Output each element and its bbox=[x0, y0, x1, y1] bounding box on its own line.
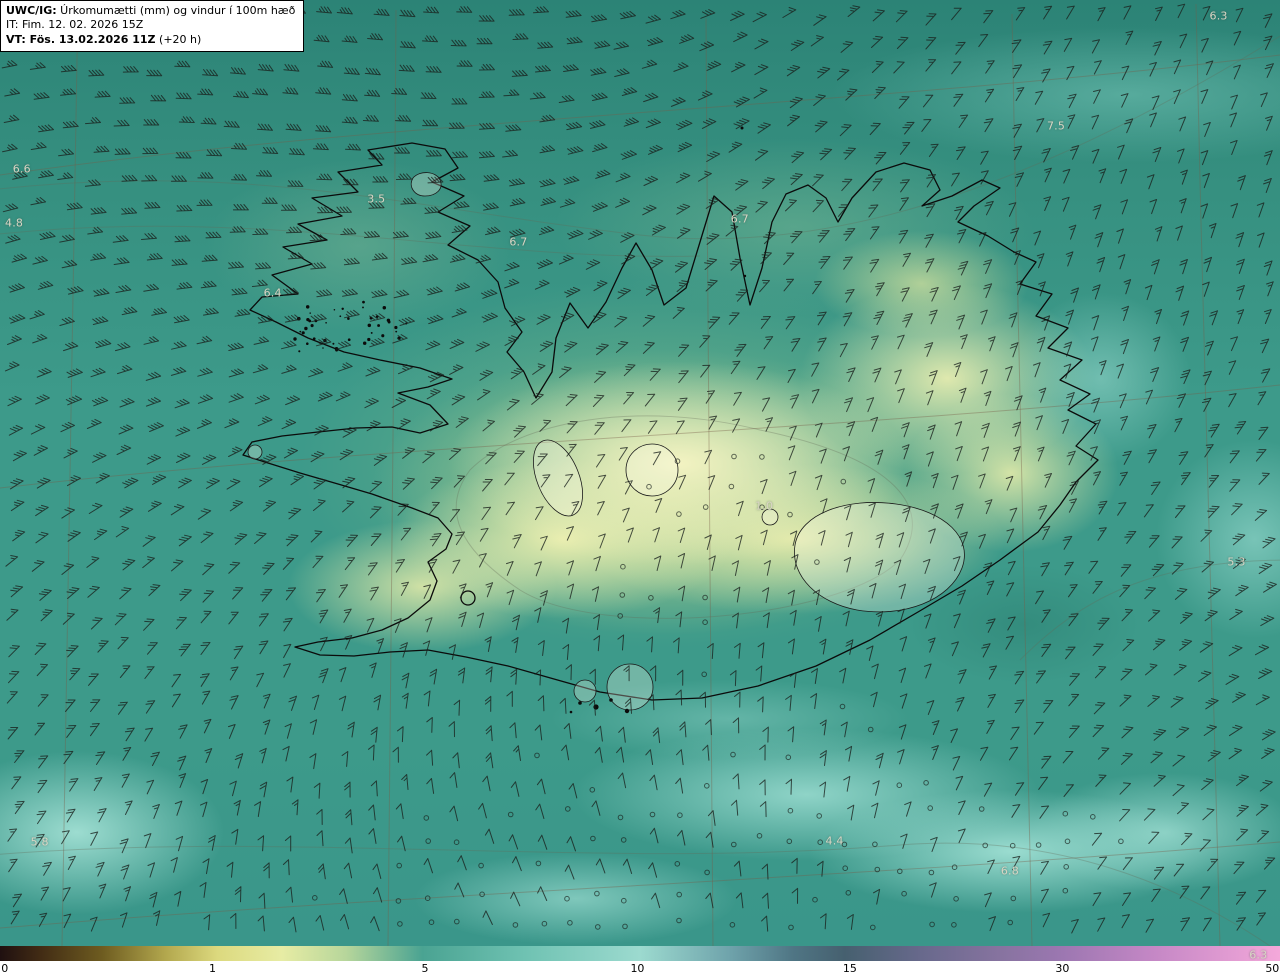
offshore-islands bbox=[293, 126, 747, 714]
model-label: UWC/IG: bbox=[6, 4, 57, 17]
iceland-coastline bbox=[242, 142, 1099, 701]
title-line: UWC/IG: Úrkomumætti (mm) og vindur í 100… bbox=[6, 4, 295, 18]
colorbar-tick-label: 50 bbox=[1265, 962, 1280, 975]
valid-line: VT: Fös. 13.02.2026 11Z (+20 h) bbox=[6, 33, 295, 47]
map-title: Úrkomumætti (mm) og vindur í 100m hæð bbox=[56, 4, 296, 17]
colorbar-tick-label: 0 bbox=[1, 962, 9, 975]
colorbar-tick-label: 15 bbox=[842, 962, 857, 975]
colorbar: 0 1 5 10 15 30 50 bbox=[0, 946, 1280, 978]
colorbar-labels: 0 1 5 10 15 30 50 bbox=[0, 961, 1280, 978]
weather-map-viewport: 6.3 7.5 6.6 4.8 3.5 6.7 6.7 6.4 1.0 5.3 5.8 4.4 6.8 6… bbox=[0, 0, 1280, 978]
colorbar-gradient bbox=[0, 946, 1280, 961]
colorbar-tick-label: 30 bbox=[1055, 962, 1070, 975]
colorbar-tick-label: 1 bbox=[208, 962, 216, 975]
map-overlay bbox=[0, 0, 1280, 946]
glacier-outlines bbox=[247, 172, 965, 711]
colorbar-tick-label: 10 bbox=[630, 962, 645, 975]
init-time: IT: Fim. 12. 02. 2026 15Z bbox=[6, 18, 144, 32]
colorbar-tick-label: 5 bbox=[421, 962, 429, 975]
valid-time: VT: Fös. 13.02.2026 11Z bbox=[6, 32, 156, 46]
valid-offset: (+20 h) bbox=[155, 32, 202, 46]
map-title-box: UWC/IG: Úrkomumætti (mm) og vindur í 100… bbox=[0, 0, 305, 52]
